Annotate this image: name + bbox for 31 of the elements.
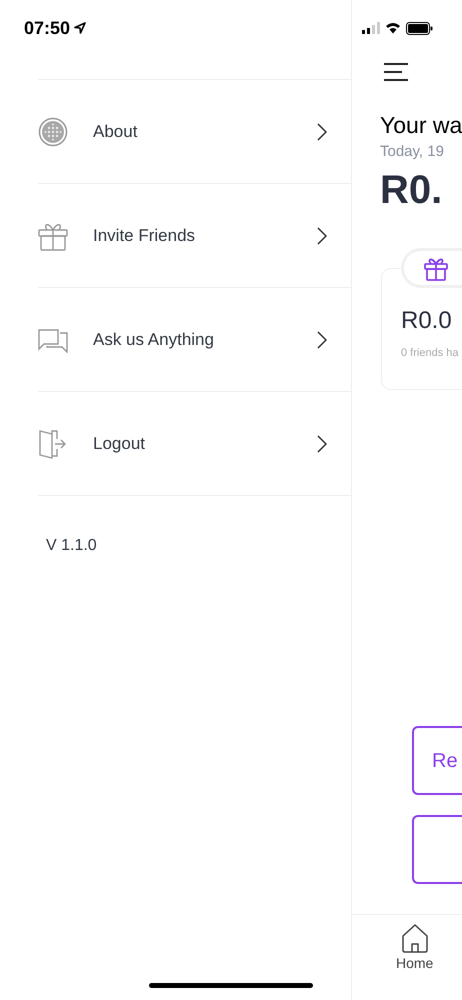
- menu-label: Logout: [93, 432, 146, 455]
- battery-icon: [406, 22, 433, 34]
- card-caption: 0 friends ha: [401, 346, 460, 360]
- status-time: 07:50: [24, 16, 70, 40]
- outline-button-edge[interactable]: [412, 815, 462, 884]
- chevron-right-icon: [317, 434, 327, 452]
- menu-item[interactable]: Ask us Anything: [38, 288, 351, 392]
- outline-button[interactable]: Re: [412, 726, 462, 795]
- chat-bubbles-icon: [38, 326, 68, 352]
- door-exit-icon: [38, 428, 66, 458]
- home-icon: [400, 923, 429, 953]
- wifi-icon: [385, 22, 401, 34]
- card-amount: R0.0: [401, 306, 453, 336]
- menu-label: About: [93, 120, 138, 143]
- tab-button[interactable]: Home: [396, 923, 434, 1000]
- chevron-right-icon: [317, 226, 327, 244]
- menu-label: Invite Friends: [93, 224, 196, 247]
- menu-label: Ask us Anything: [93, 328, 215, 351]
- menu-item[interactable]: Invite Friends: [38, 184, 351, 288]
- chevron-right-icon: [317, 330, 327, 348]
- version-text: V 1.1.0: [46, 536, 98, 556]
- balance-amount: R0.: [380, 166, 444, 214]
- wallet-title: Your wa: [380, 111, 462, 139]
- menu-item[interactable]: About: [38, 80, 351, 184]
- chevron-right-icon: [317, 122, 327, 140]
- location-arrow-icon: [74, 22, 86, 34]
- dotted-circle-icon: [38, 116, 68, 146]
- menu-item[interactable]: Logout: [38, 392, 351, 496]
- menu-icon[interactable]: [384, 63, 408, 81]
- signal-icon: [362, 22, 380, 34]
- date-text: Today, 19: [380, 142, 445, 162]
